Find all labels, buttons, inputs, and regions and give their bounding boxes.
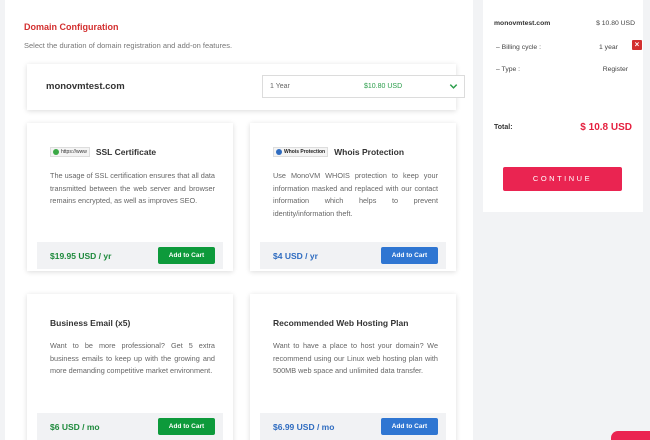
- summary-domain: monovmtest.com: [494, 20, 551, 27]
- section-title: Domain Configuration: [24, 22, 119, 32]
- billing-cycle-value: 1 year: [599, 44, 618, 51]
- duration-select[interactable]: 1 Year $10.80 USD: [262, 75, 465, 98]
- type-value: Register: [602, 66, 628, 73]
- addon-title: Recommended Web Hosting Plan: [273, 318, 409, 328]
- add-to-cart-button[interactable]: Add to Cart: [158, 247, 215, 264]
- addon-footer: $6 USD / mo Add to Cart: [37, 413, 223, 440]
- addon-price: $4 USD / yr: [273, 251, 318, 261]
- duration-value: 1 Year: [270, 83, 290, 90]
- addon-card-whois: Whois Protection Whois Protection Use Mo…: [250, 123, 456, 271]
- duration-price: $10.80 USD: [364, 83, 403, 90]
- add-to-cart-button[interactable]: Add to Cart: [381, 418, 438, 435]
- addon-title: SSL Certificate: [95, 147, 157, 157]
- addon-title: Whois Protection: [334, 147, 405, 157]
- addon-title: Business Email (x5): [50, 318, 131, 328]
- addon-card-ssl: https://www SSL Certificate The usage of…: [27, 123, 233, 271]
- addon-description: Use MonoVM WHOIS protection to keep your…: [273, 171, 438, 218]
- section-subtitle: Select the duration of domain registrati…: [24, 41, 233, 50]
- summary-domain-price: $ 10.80 USD: [596, 20, 635, 27]
- total-value: $ 10.8 USD: [580, 122, 632, 133]
- chat-widget-button[interactable]: [611, 431, 650, 440]
- type-label: – Type :: [496, 66, 521, 73]
- addon-card-hosting: Recommended Web Hosting Plan Want to hav…: [250, 294, 456, 440]
- billing-cycle-label: – Billing cycle :: [496, 44, 541, 51]
- addon-card-email: Business Email (x5) Want to be more prof…: [27, 294, 233, 440]
- addon-description: Want to have a place to host your domain…: [273, 341, 438, 375]
- add-to-cart-button[interactable]: Add to Cart: [381, 247, 438, 264]
- continue-button[interactable]: CONTINUE: [503, 167, 622, 191]
- add-to-cart-button[interactable]: Add to Cart: [158, 418, 215, 435]
- domain-config-panel: Domain Configuration Select the duration…: [5, 0, 473, 440]
- addon-footer: $19.95 USD / yr Add to Cart: [37, 242, 223, 269]
- domain-name: monovmtest.com: [46, 81, 125, 92]
- addon-footer: $6.99 USD / mo Add to Cart: [260, 413, 446, 440]
- chevron-down-icon: [449, 84, 458, 89]
- addon-description: The usage of SSL certification ensures t…: [50, 171, 215, 205]
- order-summary: monovmtest.com $ 10.80 USD – Billing cyc…: [483, 0, 643, 212]
- remove-icon[interactable]: ×: [632, 40, 642, 50]
- total-label: Total:: [494, 124, 513, 131]
- addon-description: Want to be more professional? Get 5 extr…: [50, 341, 215, 375]
- addon-price: $6.99 USD / mo: [273, 422, 335, 432]
- ssl-badge-icon: https://www: [50, 147, 90, 157]
- whois-badge-icon: Whois Protection: [273, 147, 329, 157]
- domain-row: monovmtest.com 1 Year $10.80 USD: [27, 64, 465, 110]
- addon-price: $6 USD / mo: [50, 422, 100, 432]
- addon-price: $19.95 USD / yr: [50, 251, 112, 261]
- addon-footer: $4 USD / yr Add to Cart: [260, 242, 446, 269]
